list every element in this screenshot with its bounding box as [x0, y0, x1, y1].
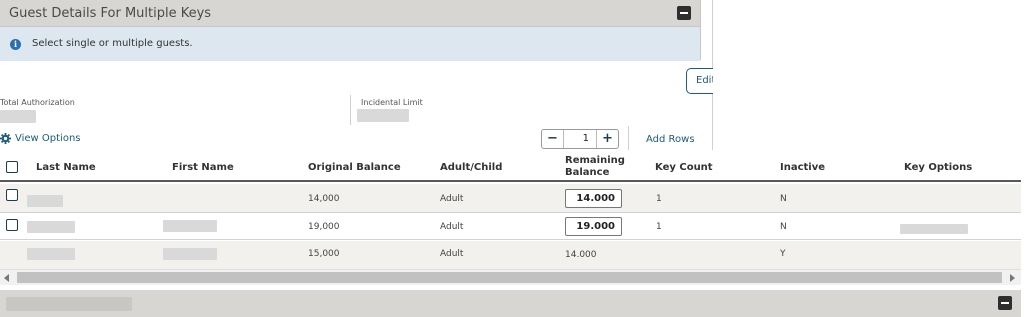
remaining-balance-cell: 14.000	[565, 250, 597, 260]
quantity-input[interactable]: 1	[563, 130, 597, 148]
inactive-cell: N	[780, 194, 787, 204]
column-header-key-options[interactable]: Key Options	[904, 162, 972, 173]
panel-divider	[700, 0, 701, 60]
first-name-cell	[163, 248, 217, 260]
column-header-original-balance[interactable]: Original Balance	[308, 162, 401, 173]
scroll-left-icon[interactable]	[4, 274, 9, 282]
panel-header: Guest Details For Multiple Keys	[0, 0, 700, 27]
horizontal-scrollbar[interactable]	[0, 269, 1021, 285]
gear-icon	[0, 133, 11, 144]
total-authorization-label: Total Authorization	[0, 98, 75, 107]
decrement-button[interactable]: −	[542, 130, 563, 148]
increment-button[interactable]: +	[597, 130, 618, 148]
grid-header: Last Name First Name Original Balance Ad…	[0, 152, 1021, 182]
original-balance-cell: 15,000	[308, 249, 340, 259]
remaining-balance-input[interactable]: 14.000	[565, 189, 622, 208]
collapse-panel-icon[interactable]	[998, 296, 1012, 310]
column-header-inactive[interactable]: Inactive	[780, 162, 825, 173]
inactive-cell: Y	[780, 249, 786, 259]
inactive-cell: N	[780, 222, 787, 232]
table-row[interactable]: 15,000 Adult 14.000 Y	[0, 241, 1021, 269]
adult-child-cell: Adult	[440, 194, 464, 204]
toolbar-separator	[628, 126, 629, 150]
incidental-limit-label: Incidental Limit	[361, 98, 423, 107]
info-message: Select single or multiple guests.	[32, 38, 193, 49]
remaining-balance-input[interactable]: 19.000	[565, 217, 622, 236]
total-authorization-value	[0, 110, 36, 123]
last-name-cell	[27, 221, 75, 233]
original-balance-cell: 19,000	[308, 222, 340, 232]
table-row[interactable]: 14,000 Adult 14.000 1 N	[0, 184, 1021, 213]
add-rows-link[interactable]: Add Rows	[646, 134, 695, 145]
row-checkbox[interactable]	[6, 189, 18, 201]
column-header-last-name[interactable]: Last Name	[36, 162, 96, 173]
last-name-cell	[27, 248, 75, 260]
key-options-cell	[900, 224, 968, 234]
panel-title: Guest Details For Multiple Keys	[9, 6, 212, 21]
clip-mask	[713, 60, 733, 100]
rows-quantity-stepper: − 1 +	[541, 129, 619, 149]
info-circle-icon: i	[10, 39, 21, 50]
scrollbar-thumb[interactable]	[17, 272, 1002, 283]
column-header-first-name[interactable]: First Name	[172, 162, 234, 173]
column-header-key-count[interactable]: Key Count	[655, 162, 713, 173]
row-checkbox[interactable]	[6, 219, 18, 231]
column-header-remaining-balance[interactable]: Remaining Balance	[565, 155, 625, 179]
adult-child-cell: Adult	[440, 222, 464, 232]
key-count-cell: 1	[656, 194, 662, 204]
info-banner: i Select single or multiple guests.	[0, 27, 700, 61]
next-panel-title	[6, 297, 132, 311]
view-options-link[interactable]: View Options	[0, 133, 81, 144]
key-count-cell: 1	[656, 222, 662, 232]
next-panel-header	[0, 290, 1021, 317]
original-balance-cell: 14,000	[308, 194, 340, 204]
column-header-adult-child[interactable]: Adult/Child	[440, 162, 502, 173]
incidental-limit-value	[357, 109, 409, 122]
table-row[interactable]: 19,000 Adult 19.000 1 N	[0, 214, 1021, 240]
view-options-label: View Options	[15, 133, 81, 144]
adult-child-cell: Adult	[440, 249, 464, 259]
collapse-panel-icon[interactable]	[677, 6, 691, 20]
scroll-right-icon[interactable]	[1010, 274, 1015, 282]
select-all-checkbox[interactable]	[6, 161, 18, 173]
field-separator	[350, 95, 351, 125]
first-name-cell	[163, 220, 217, 232]
last-name-cell	[27, 195, 63, 207]
